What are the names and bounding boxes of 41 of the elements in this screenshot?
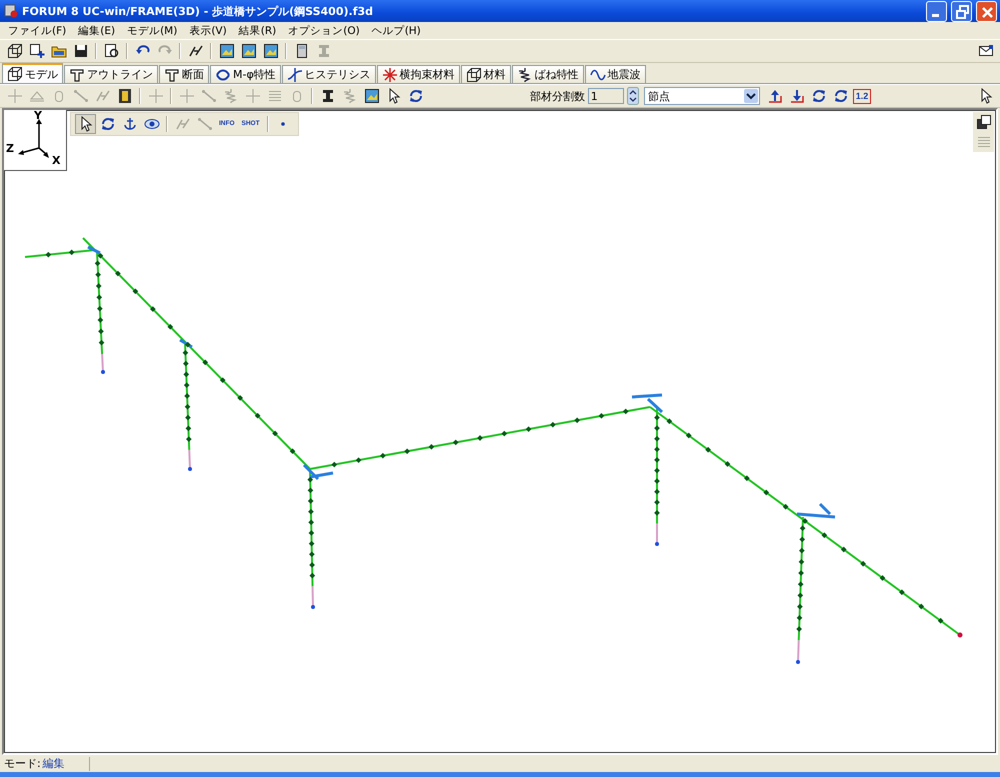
restore-button[interactable]: [951, 0, 972, 22]
menu-item[interactable]: ファイル(F): [2, 24, 72, 38]
number-button[interactable]: 1.2: [852, 88, 872, 104]
tab[interactable]: 材料: [460, 65, 511, 83]
t-shape-icon: [164, 66, 180, 82]
menu-item[interactable]: 編集(E): [72, 24, 122, 38]
pointer-icon[interactable]: [75, 114, 96, 134]
window-title: FORUM 8 UC-win/FRAME(3D) - 歩道橋サンプル(鋼SS400).f3d: [22, 4, 374, 18]
division-count-label: 部材分割数: [530, 88, 585, 104]
tab[interactable]: 断面: [159, 65, 209, 83]
star-icon: [382, 66, 398, 82]
axis-label: X: [52, 154, 60, 167]
menu-item[interactable]: ヘルプ(H): [366, 24, 427, 38]
cube-icon: [7, 66, 23, 82]
spinner-icon[interactable]: [626, 87, 639, 105]
app-icon: [4, 4, 18, 18]
t-shape-icon: [69, 66, 85, 82]
target-dropdown[interactable]: 節点: [644, 87, 760, 105]
curve-icon: [286, 66, 303, 82]
tab[interactable]: アウトライン: [64, 65, 158, 83]
menu-item[interactable]: オプション(O): [282, 24, 366, 38]
tab[interactable]: モデル: [2, 63, 63, 83]
minimize-button[interactable]: [926, 0, 947, 22]
division-count-field[interactable]: 1: [588, 88, 624, 104]
axis-label: Y: [34, 109, 42, 122]
menu-item[interactable]: モデル(M): [121, 24, 184, 38]
cube-icon: [466, 66, 482, 82]
spring-icon: [516, 66, 533, 82]
menu-item[interactable]: 結果(R): [232, 24, 282, 38]
close-button[interactable]: [976, 0, 997, 22]
tab[interactable]: ばね特性: [512, 65, 584, 83]
menu-item[interactable]: 表示(V): [183, 24, 233, 38]
swirl-icon: [215, 66, 231, 82]
tab[interactable]: ヒステリシス: [282, 65, 376, 83]
minimize-icon: [932, 14, 939, 16]
status-label: モード:: [4, 756, 41, 771]
status-value: 編集: [42, 756, 65, 771]
axis-label: Z: [6, 142, 14, 155]
tab[interactable]: 横拘束材料: [376, 65, 460, 83]
tab[interactable]: 地震波: [584, 65, 646, 83]
tab[interactable]: M-φ特性: [210, 65, 281, 83]
